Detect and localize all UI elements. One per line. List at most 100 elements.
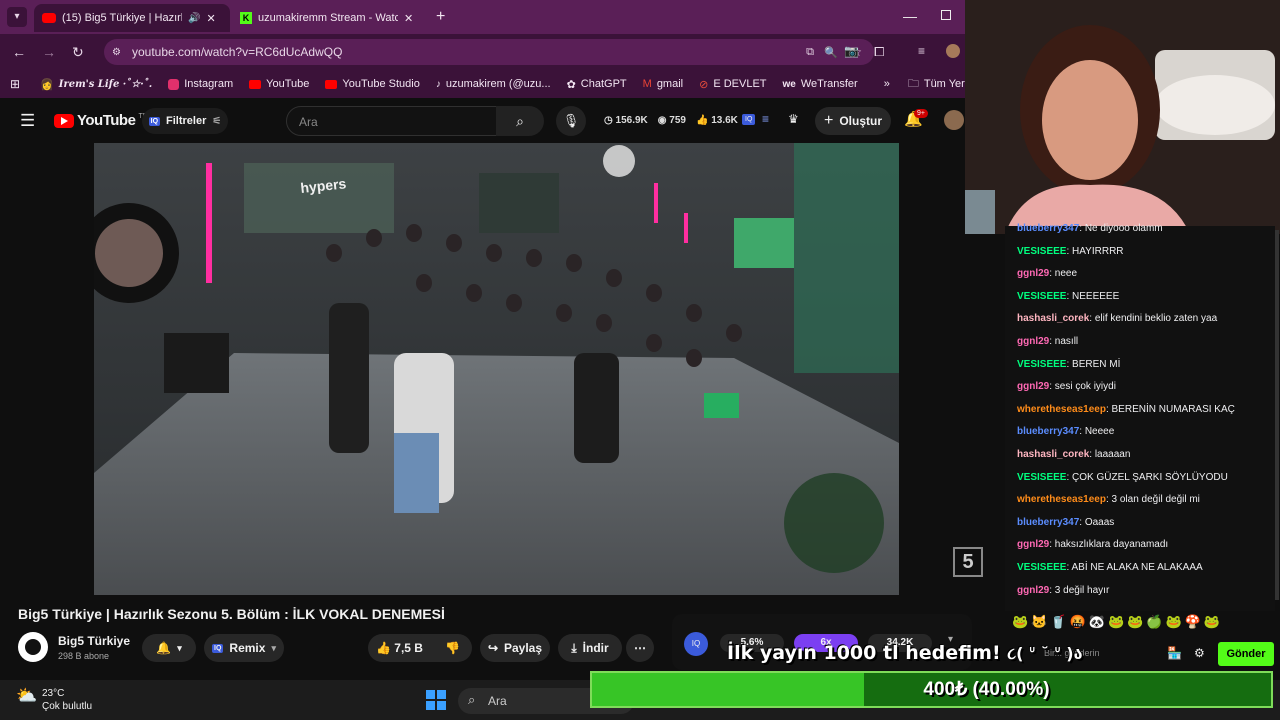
emote-icon[interactable]: 🍄 [1185, 614, 1201, 630]
youtube-logo[interactable]: YouTube TR [54, 112, 148, 129]
remix-button[interactable]: IQ Remix ▾ [204, 634, 284, 662]
chat-username[interactable]: ggnl29 [1017, 585, 1049, 596]
profile-avatar[interactable] [946, 44, 960, 58]
chat-username[interactable]: VESISEEE [1017, 246, 1066, 257]
site-info-icon[interactable]: ⚙ [112, 47, 121, 58]
more-bookmarks-icon[interactable]: » [884, 78, 890, 90]
chat-username[interactable]: ggnl29 [1017, 381, 1049, 392]
minimize-icon[interactable]: — [903, 8, 917, 24]
emote-icon[interactable]: 🐸 [1166, 614, 1182, 630]
search-button[interactable]: ⌕ [496, 106, 544, 136]
video-player[interactable]: hypers [94, 143, 899, 595]
chat-username[interactable]: blueberry347 [1017, 517, 1079, 528]
chat-text: elif kendini beklio zaten yaa [1094, 313, 1218, 325]
media-control-icon[interactable]: ≡ [918, 44, 925, 58]
chat-username[interactable]: ggnl29 [1017, 268, 1049, 279]
chat-username[interactable]: blueberry347 [1017, 426, 1079, 437]
screen-cast-icon[interactable]: ⧉ [806, 46, 814, 59]
bookmark-youtube-studio[interactable]: YouTube Studio [325, 78, 420, 90]
account-avatar[interactable] [944, 110, 964, 130]
search-input[interactable]: Ara [286, 106, 498, 136]
download-icon: ⤓ [571, 640, 577, 655]
back-icon[interactable]: ← [12, 44, 26, 60]
like-button[interactable]: 👍 7,5 B [376, 641, 423, 655]
chat-text: nasıll [1054, 335, 1079, 347]
reload-icon[interactable]: ↻ [72, 44, 84, 61]
send-button[interactable]: Gönder [1218, 642, 1274, 666]
bookmark-chatgpt[interactable]: ✿ ChatGPT [567, 78, 627, 91]
tab-youtube[interactable]: (15) Big5 Türkiye | Hazırlık S 🔊 ✕ [34, 4, 230, 32]
emote-icon[interactable]: 🐸 [1204, 614, 1220, 630]
emote-icon[interactable]: 🐸 [1108, 614, 1124, 630]
zoom-icon[interactable]: 🔍 [824, 46, 838, 59]
close-tab-icon[interactable]: ✕ [206, 12, 215, 25]
forward-icon[interactable]: → [42, 44, 56, 60]
new-tab-button[interactable]: + [436, 8, 445, 26]
bookmark-instagram[interactable]: Instagram [168, 78, 233, 90]
chat-text: neee [1054, 268, 1078, 280]
person-icon: 👩 [40, 78, 54, 91]
instagram-icon [168, 78, 180, 90]
emote-icon[interactable]: 🐱 [1031, 614, 1047, 630]
chat-username[interactable]: wheretheseas1eep [1017, 494, 1106, 505]
bookmarks-bar: ⊞ 👩 Irem's Life ·˚☆·˚. Instagram YouTube … [0, 70, 983, 98]
filters-button[interactable]: IQ Filtreler ⚟ [142, 108, 228, 134]
emote-icon[interactable]: 🐼 [1089, 614, 1105, 630]
weather-icon[interactable]: ⛅ [16, 686, 37, 706]
download-button[interactable]: ⤓ İndir [558, 634, 622, 662]
emote-icon[interactable]: 🐸 [1012, 614, 1028, 630]
extensions-icon[interactable]: ⧠ [874, 44, 884, 60]
iq-extension-icon[interactable]: IQ [742, 114, 756, 125]
close-tab-icon[interactable]: ✕ [404, 12, 413, 25]
bookmark-wetransfer[interactable]: we WeTransfer [783, 78, 858, 90]
goal-emote: ૮( ᐡ ˘ ᐡ )ა [1007, 644, 1083, 663]
emote-icon[interactable]: 🤬 [1070, 614, 1086, 630]
chat-username[interactable]: VESISEEE [1017, 562, 1066, 573]
chat-username[interactable]: ggnl29 [1017, 539, 1049, 550]
store-icon[interactable]: 🏪 [1167, 646, 1182, 660]
chat-username[interactable]: VESISEEE [1017, 472, 1066, 483]
hamburger-menu-icon[interactable]: ☰ [20, 111, 35, 131]
chat-username[interactable]: VESISEEE [1017, 291, 1066, 302]
voice-search-button[interactable]: 🎙 [556, 106, 586, 136]
emote-icon[interactable]: 🥤 [1050, 614, 1066, 630]
bookmark-youtube[interactable]: YouTube [249, 78, 309, 90]
chat-username[interactable]: hashasli_corek [1017, 313, 1089, 324]
tab-list-button[interactable]: ▾ [7, 7, 27, 27]
trophy-icon[interactable]: ♛ [788, 112, 799, 126]
chat-username[interactable]: VESISEEE [1017, 359, 1066, 370]
like-dislike-group: 👍 7,5 B 👎 [368, 634, 472, 662]
queue-icon[interactable]: ≡ [762, 112, 769, 126]
chat-scrollbar[interactable] [1275, 230, 1279, 600]
more-actions-button[interactable]: ⋯ [626, 634, 654, 662]
bookmark-irems-life[interactable]: 👩 Irem's Life ·˚☆·˚. [40, 78, 152, 91]
bookmark-tiktok[interactable]: ♪ uzumakirem (@uzu... [436, 78, 551, 90]
maximize-icon[interactable] [941, 10, 951, 20]
goal-progress-text: 400₺ (40.00%) [923, 679, 1050, 700]
tab-kick[interactable]: K uzumakiremm Stream - Watch ✕ [232, 4, 430, 32]
watching-stat: ◉ 759 [657, 115, 686, 126]
chat-username[interactable]: wheretheseas1eep [1017, 404, 1106, 415]
chat-username[interactable]: blueberry347 [1017, 223, 1079, 234]
apps-grid-icon[interactable]: ⊞ [10, 77, 20, 91]
address-bar[interactable]: ⚙ youtube.com/watch?v=RC6dUcAdwQQ ⧉ 🔍 ☆ [104, 39, 874, 65]
channel-avatar[interactable] [18, 632, 48, 662]
bookmark-e-devlet[interactable]: ⊘ E DEVLET [699, 78, 766, 91]
goal-text: İlk yayın 1000 tl hedefim! ૮( ᐡ ˘ ᐡ )ა [727, 642, 1083, 664]
chat-text: 3 olan değil değil mi [1111, 494, 1200, 506]
subscribe-bell-button[interactable]: 🔔 ▾ [142, 634, 196, 662]
create-button[interactable]: + Oluştur [815, 107, 891, 135]
channel-name[interactable]: Big5 Türkiye [58, 634, 130, 648]
bookmark-gmail[interactable]: Mgmail [643, 78, 683, 90]
share-button[interactable]: ↪ Paylaş [480, 634, 550, 662]
emote-icon[interactable]: 🐸 [1127, 614, 1143, 630]
chat-username[interactable]: ggnl29 [1017, 336, 1049, 347]
dislike-icon[interactable]: 👎 [445, 641, 460, 655]
camera-extension-icon[interactable]: 📷 [844, 44, 859, 58]
settings-gear-icon[interactable]: ⚙ [1194, 646, 1205, 660]
windows-start-icon[interactable] [426, 690, 446, 710]
emote-icon[interactable]: 🍏 [1146, 614, 1162, 630]
channel-watermark: 5 [953, 547, 983, 577]
chat-username[interactable]: hashasli_corek [1017, 449, 1089, 460]
tiktok-icon: ♪ [435, 78, 441, 90]
